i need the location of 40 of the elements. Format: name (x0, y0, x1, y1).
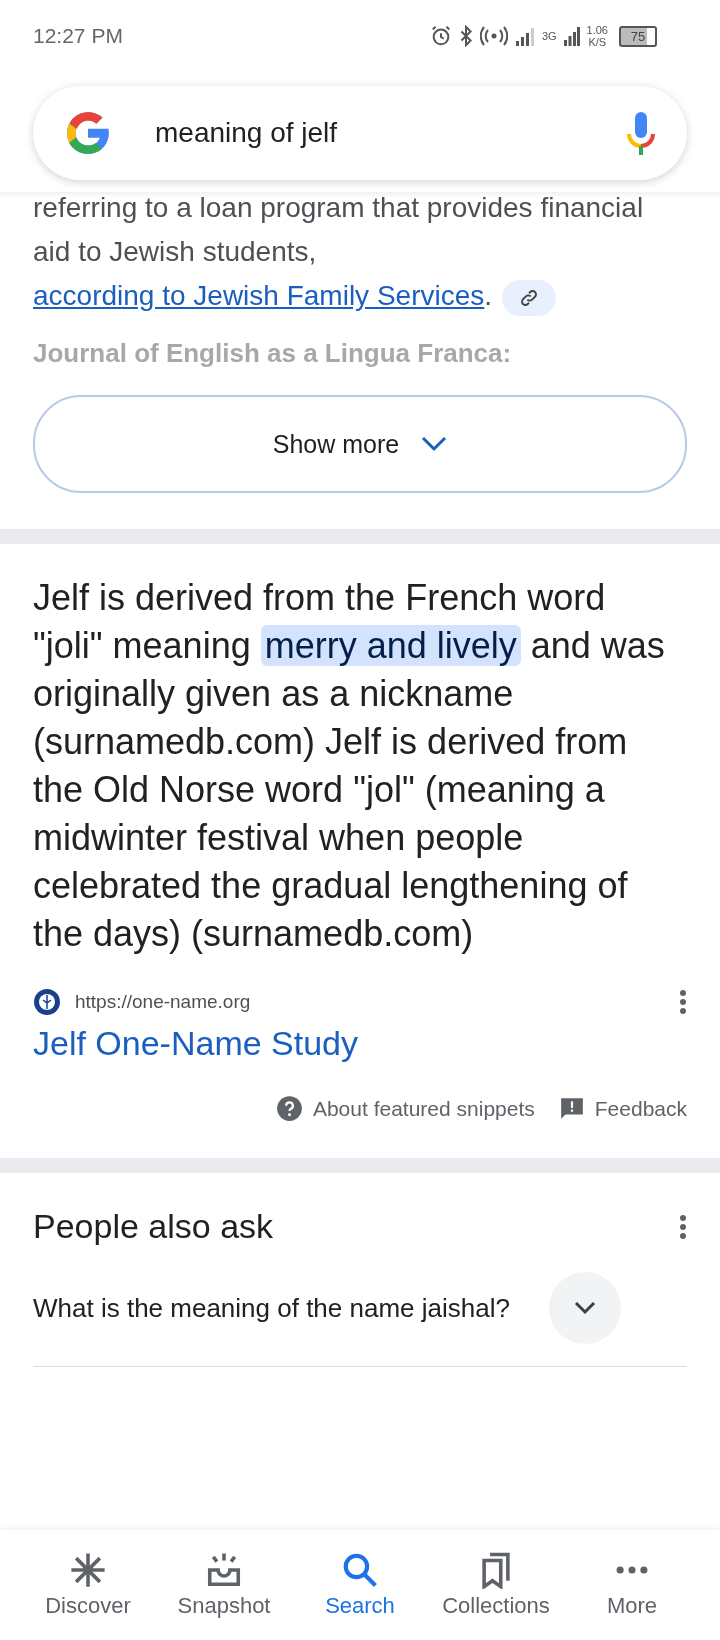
nav-tab[interactable]: More (564, 1530, 700, 1640)
search-icon[interactable] (341, 1551, 379, 1589)
site-favicon (33, 988, 61, 1016)
nav-tab[interactable]: Collections (428, 1530, 564, 1640)
search-input[interactable]: meaning of jelf (155, 117, 625, 149)
section-heading: People also ask (33, 1207, 274, 1246)
network-type: 3G (541, 30, 557, 42)
nav-tab[interactable]: Search (292, 1530, 428, 1640)
help-icon (275, 1095, 303, 1122)
battery-level: 75 (619, 25, 657, 47)
network-speed: 1.06 (586, 24, 608, 36)
link-icon (519, 287, 540, 308)
sparkle-icon[interactable] (69, 1551, 107, 1589)
bluetooth-icon (458, 25, 473, 47)
more-options-icon[interactable] (679, 1213, 687, 1240)
source-link[interactable]: according to Jewish Family Services (33, 280, 485, 311)
microphone-icon[interactable] (625, 110, 657, 156)
about-snippets-link[interactable]: About featured snippets (312, 1096, 535, 1121)
show-more-button[interactable]: Show more (33, 395, 687, 493)
search-field[interactable]: meaning of jelf (33, 86, 687, 180)
status-time: 12:27 PM (33, 24, 124, 48)
speed-unit: K/S (588, 36, 607, 48)
snippet-paragraph: Jelf is derived from the French word "joli" meaning merry and lively and was originally given as a nickname (surnamedb.com) Jelf is derived from the Old Norse word "jol" (meaning a midwinter festival when people celebrated the gradual lengthening of the days) (surnamedb.com) (33, 576, 666, 956)
chevron-down-icon (421, 436, 448, 452)
hotspot-icon (479, 26, 508, 46)
signal-icon (514, 26, 535, 46)
tray-icon[interactable] (205, 1551, 243, 1589)
faded-heading: Journal of English as a Lingua Franca: (32, 338, 513, 369)
snippet-text: referring to a loan program that provides financial aid to Jewish students, according to Jewish Family Services. (0, 192, 720, 318)
question-text[interactable]: What is the meaning of the name jaishal? (33, 1286, 533, 1330)
result-title[interactable]: Jelf One-Name Study (33, 1024, 359, 1063)
signal-icon (563, 26, 580, 46)
feedback-link[interactable]: Feedback (594, 1096, 687, 1121)
source-url: https://one-name.org (75, 991, 252, 1013)
nav-tab[interactable]: Snapshot (156, 1530, 292, 1640)
more-options-icon[interactable] (679, 989, 687, 1015)
nav-tab[interactable]: Discover (20, 1530, 156, 1640)
link-chip[interactable] (502, 279, 557, 316)
chevron-down-icon (574, 1301, 596, 1315)
alarm-icon (429, 25, 452, 47)
